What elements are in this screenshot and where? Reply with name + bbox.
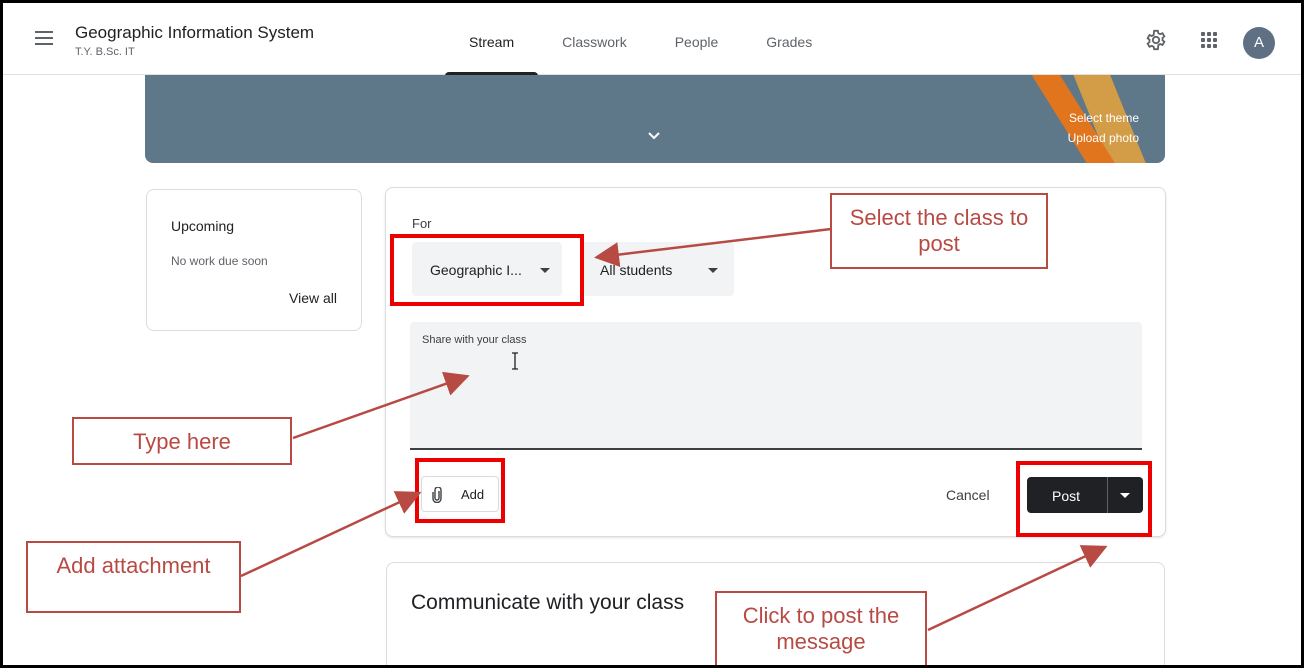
for-label: For	[412, 216, 432, 231]
callout-select-class: Select the class to post	[830, 193, 1048, 269]
highlight-post-button	[1016, 461, 1152, 537]
tab-stream[interactable]: Stream	[445, 3, 539, 76]
class-title[interactable]: Geographic Information System	[75, 23, 314, 43]
apps-grid-icon[interactable]	[1201, 32, 1217, 48]
share-input[interactable]: Share with your class	[410, 322, 1142, 450]
callout-click-post: Click to post the message	[715, 591, 927, 665]
cancel-button[interactable]: Cancel	[946, 487, 990, 503]
tab-people[interactable]: People	[651, 3, 743, 75]
class-tabs: Stream Classwork People Grades	[445, 3, 836, 76]
students-select[interactable]: All students	[582, 242, 734, 296]
students-select-value: All students	[600, 262, 673, 278]
share-placeholder: Share with your class	[422, 334, 527, 346]
text-cursor-icon	[512, 352, 518, 370]
upload-photo-link[interactable]: Upload photo	[1068, 131, 1139, 145]
tab-grades[interactable]: Grades	[742, 3, 836, 75]
tab-classwork[interactable]: Classwork	[538, 3, 651, 75]
upcoming-card: Upcoming No work due soon View all	[146, 189, 362, 331]
class-banner: Select theme Upload photo	[145, 75, 1165, 163]
view-all-link[interactable]: View all	[289, 290, 337, 306]
gear-icon[interactable]	[1145, 29, 1167, 51]
callout-type-here: Type here	[72, 417, 292, 465]
select-theme-link[interactable]: Select theme	[1069, 111, 1139, 125]
communicate-heading: Communicate with your class	[411, 591, 685, 614]
caret-down-icon	[708, 268, 718, 273]
class-subtitle: T.Y. B.Sc. IT	[75, 46, 135, 58]
highlight-add-button	[415, 458, 505, 523]
highlight-class-select	[390, 234, 584, 306]
screenshot-frame: Geographic Information System T.Y. B.Sc.…	[0, 0, 1304, 668]
top-app-bar: Geographic Information System T.Y. B.Sc.…	[3, 3, 1301, 76]
avatar[interactable]: A	[1243, 27, 1275, 59]
menu-icon[interactable]	[35, 31, 53, 45]
upcoming-title: Upcoming	[171, 218, 235, 234]
chevron-down-icon[interactable]	[647, 129, 661, 143]
callout-add-attachment: Add attachment	[26, 541, 241, 613]
upcoming-status: No work due soon	[171, 254, 268, 268]
